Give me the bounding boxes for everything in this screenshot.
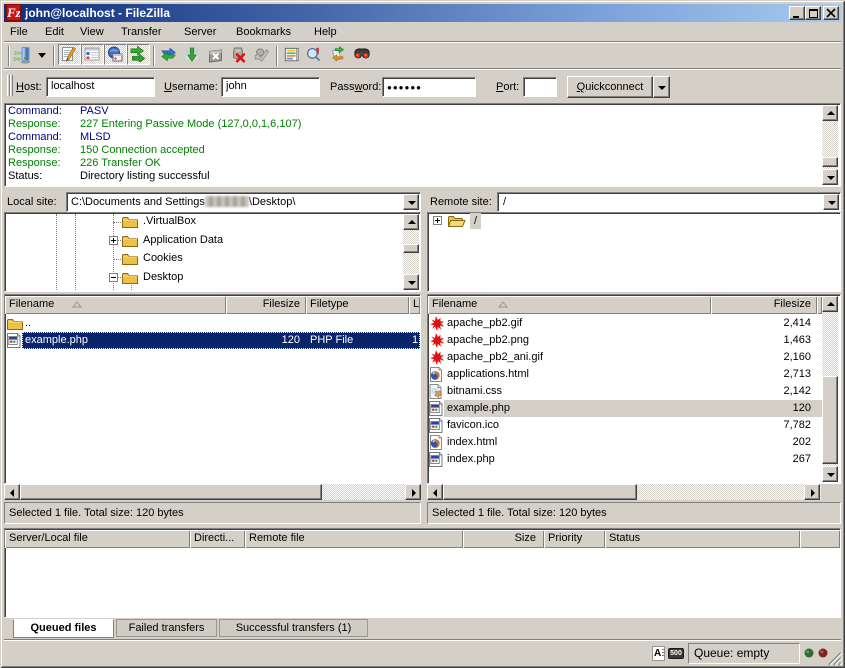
svg-text:Fz: Fz [7,5,20,20]
